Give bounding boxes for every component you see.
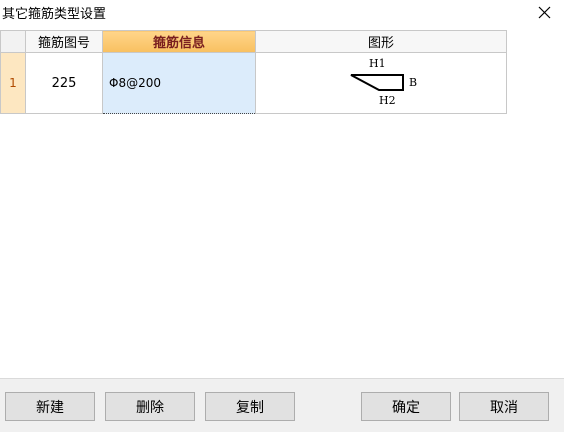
- delete-button[interactable]: 删除: [105, 392, 195, 421]
- shape-cell[interactable]: H1 B H2: [255, 52, 507, 114]
- ok-button[interactable]: 确定: [361, 392, 451, 421]
- figure-no-cell[interactable]: 225: [25, 52, 103, 114]
- shape-label-b: B: [409, 76, 417, 89]
- stirrup-shape-outline: [350, 74, 404, 91]
- dialog-title: 其它箍筋类型设置: [2, 7, 107, 22]
- corner-header: [0, 30, 26, 53]
- row-number[interactable]: 1: [0, 52, 26, 114]
- close-icon: [538, 6, 550, 18]
- button-bar: 新建 删除 复制 确定 取消: [0, 378, 564, 432]
- column-header-shape[interactable]: 图形: [255, 30, 507, 53]
- column-header-figure-no[interactable]: 箍筋图号: [25, 30, 103, 53]
- stirrup-info-cell[interactable]: Φ8@200: [102, 52, 256, 114]
- stirrup-table: 箍筋图号 箍筋信息 图形 1 225 Φ8@200 H1 B H2: [0, 30, 507, 114]
- header-row: 箍筋图号 箍筋信息 图形: [0, 30, 507, 53]
- cancel-button[interactable]: 取消: [459, 392, 549, 421]
- title-bar: 其它箍筋类型设置: [0, 0, 564, 24]
- shape-label-h1: H1: [369, 57, 386, 70]
- close-button[interactable]: [524, 0, 564, 24]
- shape-label-h2: H2: [379, 94, 396, 107]
- stirrup-shape-diagram: H1 B H2: [350, 57, 417, 107]
- new-button[interactable]: 新建: [5, 392, 95, 421]
- copy-button[interactable]: 复制: [205, 392, 295, 421]
- table-row[interactable]: 1 225 Φ8@200 H1 B H2: [0, 52, 507, 114]
- rebar-spec: 8@200: [118, 76, 161, 90]
- column-header-stirrup-info[interactable]: 箍筋信息: [102, 30, 256, 53]
